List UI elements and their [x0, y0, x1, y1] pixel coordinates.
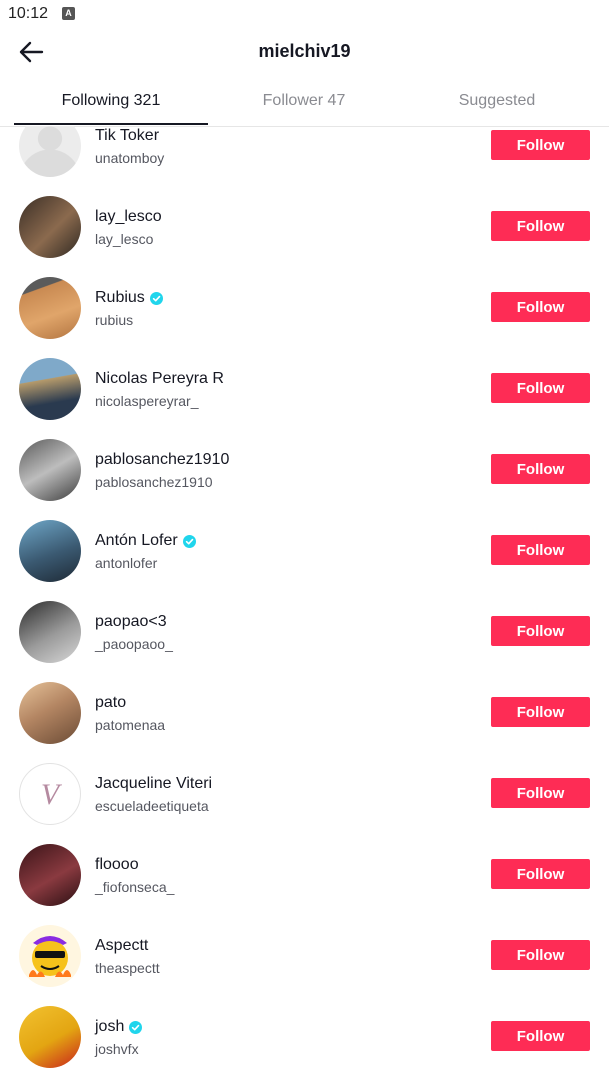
user-display-name[interactable]: lay_lesco — [95, 208, 162, 226]
default-avatar[interactable] — [19, 126, 81, 177]
list-item[interactable]: Antón Lofer antonlofer Follow — [0, 514, 609, 595]
list-item[interactable]: lay_lesco lay_lesco Follow — [0, 190, 609, 271]
list-item[interactable]: paopao<3 _paoopaoo_ Follow — [0, 595, 609, 676]
header: mielchiv19 — [0, 28, 609, 76]
tab-bar: Following 321 Follower 47 Suggested — [0, 76, 609, 127]
photo-avatar[interactable] — [19, 844, 81, 906]
user-display-name[interactable]: paopao<3 — [95, 613, 167, 631]
list-item[interactable]: Aspectt theaspectt Follow — [0, 919, 609, 1000]
photo-avatar[interactable] — [19, 520, 81, 582]
user-handle: escueladeetiqueta — [95, 798, 209, 814]
user-display-name[interactable]: josh — [95, 1018, 143, 1036]
user-handle: antonlofer — [95, 555, 158, 571]
list-item[interactable]: josh joshvfx Follow — [0, 1000, 609, 1080]
status-time: 10:12 — [8, 5, 49, 22]
user-name-text: pablosanchez1910 — [95, 451, 230, 468]
user-handle: pablosanchez1910 — [95, 474, 213, 490]
user-handle: rubius — [95, 312, 134, 328]
following-list[interactable]: Tik Toker unatomboy Follow lay_lesco lay_les… — [0, 126, 609, 1080]
tab-following[interactable]: Following 321 — [16, 92, 206, 110]
follow-button[interactable]: Follow — [491, 373, 590, 403]
status-bar: 10:12 A — [0, 0, 609, 28]
user-name-text: pato — [95, 694, 127, 711]
follow-button[interactable]: Follow — [491, 616, 590, 646]
follow-button[interactable]: Follow — [491, 1021, 590, 1051]
logo-avatar[interactable]: V — [19, 763, 81, 825]
user-name-text: floooo — [95, 856, 139, 873]
photo-avatar[interactable] — [19, 601, 81, 663]
photo-avatar[interactable] — [19, 196, 81, 258]
follow-button[interactable]: Follow — [491, 535, 590, 565]
user-handle: unatomboy — [95, 150, 165, 166]
list-item[interactable]: floooo _fiofonseca_ Follow — [0, 838, 609, 919]
user-display-name[interactable]: Jacqueline Viteri — [95, 775, 212, 793]
notification-app-icon: A — [62, 7, 75, 20]
follow-button[interactable]: Follow — [491, 859, 590, 889]
user-handle: patomenaa — [95, 717, 166, 733]
list-item[interactable]: Rubius rubius Follow — [0, 271, 609, 352]
verified-badge-icon — [129, 1020, 143, 1034]
user-display-name[interactable]: pato — [95, 694, 126, 712]
user-name-text: Nicolas Pereyra R — [95, 370, 224, 387]
user-handle: nicolaspereyrar_ — [95, 393, 199, 409]
list-item[interactable]: V Jacqueline Viteri escueladeetiqueta Follo… — [0, 757, 609, 838]
user-name-text: paopao<3 — [95, 613, 167, 630]
active-tab-indicator — [14, 123, 208, 125]
user-name-text: josh — [95, 1018, 125, 1035]
photo-avatar[interactable] — [19, 358, 81, 420]
user-name-text: Jacqueline Viteri — [95, 775, 213, 792]
follow-button[interactable]: Follow — [491, 778, 590, 808]
user-display-name[interactable]: Rubius — [95, 289, 163, 307]
user-display-name[interactable]: Tik Toker — [95, 127, 159, 145]
follow-button[interactable]: Follow — [491, 454, 590, 484]
list-item[interactable]: pablosanchez1910 pablosanchez1910 Follow — [0, 433, 609, 514]
follow-button[interactable]: Follow — [491, 292, 590, 322]
tab-follower[interactable]: Follower 47 — [209, 92, 399, 110]
svg-text:V: V — [41, 778, 63, 811]
user-display-name[interactable]: floooo — [95, 856, 139, 874]
user-handle: _fiofonseca_ — [95, 879, 175, 895]
user-name-text: Antón Lofer — [95, 532, 178, 549]
user-handle: _paoopaoo_ — [95, 636, 173, 652]
photo-avatar[interactable] — [19, 1006, 81, 1068]
photo-avatar[interactable] — [19, 682, 81, 744]
user-name-text: Tik Toker — [95, 127, 160, 144]
list-item[interactable]: Tik Toker unatomboy Follow — [0, 126, 609, 190]
user-name-text: lay_lesco — [95, 208, 162, 225]
user-display-name[interactable]: Antón Lofer — [95, 532, 196, 550]
tab-suggested[interactable]: Suggested — [402, 92, 592, 110]
user-name-text: Rubius — [95, 289, 145, 306]
user-handle: joshvfx — [95, 1041, 139, 1057]
verified-badge-icon — [149, 291, 163, 305]
user-handle: lay_lesco — [95, 231, 154, 247]
page-title: mielchiv19 — [258, 41, 351, 61]
user-display-name[interactable]: Nicolas Pereyra R — [95, 370, 224, 388]
user-name-text: Aspectt — [95, 937, 149, 954]
photo-avatar[interactable] — [19, 439, 81, 501]
cartoon-avatar[interactable] — [19, 925, 81, 987]
list-item[interactable]: pato patomenaa Follow — [0, 676, 609, 757]
follow-button[interactable]: Follow — [491, 697, 590, 727]
verified-badge-icon — [182, 534, 196, 548]
user-display-name[interactable]: Aspectt — [95, 937, 148, 955]
list-item[interactable]: Nicolas Pereyra R nicolaspereyrar_ Follow — [0, 352, 609, 433]
user-display-name[interactable]: pablosanchez1910 — [95, 451, 229, 469]
user-handle: theaspectt — [95, 960, 160, 976]
follow-button[interactable]: Follow — [491, 130, 590, 160]
photo-avatar[interactable] — [19, 277, 81, 339]
follow-button[interactable]: Follow — [491, 940, 590, 970]
follow-button[interactable]: Follow — [491, 211, 590, 241]
